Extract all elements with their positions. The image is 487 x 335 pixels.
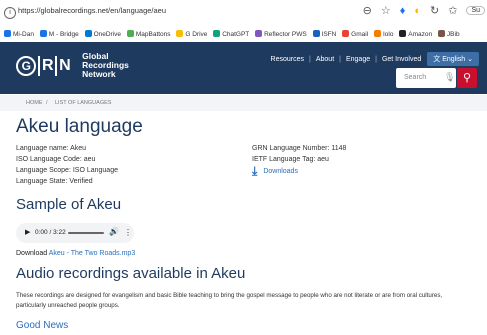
- site-info-icon[interactable]: i: [4, 7, 16, 19]
- language-details-left: Language name: Akeu ISO Language Code: a…: [16, 145, 118, 185]
- audio-recordings-heading: Audio recordings available in Akeu: [16, 265, 246, 282]
- volume-icon[interactable]: 🔊: [109, 227, 119, 236]
- address-url[interactable]: https://globalrecordings.net/en/language…: [18, 6, 166, 15]
- bookmark-icon: [399, 30, 407, 37]
- bookmark-icon: [342, 30, 350, 37]
- nav-about[interactable]: About: [316, 56, 334, 63]
- bookmark-item[interactable]: Mi-Dan: [4, 30, 34, 38]
- search-button[interactable]: ⚲: [457, 68, 477, 88]
- bookmark-item[interactable]: Amazon: [399, 30, 432, 38]
- grn-logo-text: Global Recordings Network: [82, 51, 129, 79]
- main-nav: Resources | About | Engage | Get Involve…: [271, 52, 479, 66]
- zoom-icon[interactable]: ⊖: [363, 4, 372, 17]
- recordings-description: These recordings are designed for evange…: [16, 292, 443, 309]
- bookmark-item[interactable]: Gmail: [342, 30, 368, 38]
- bookmarks-bar: Mi-Dan M - Bridge OneDrive MapBattons G …: [0, 26, 487, 43]
- bookmark-icon: [126, 30, 134, 37]
- bookmark-icon: [84, 30, 92, 37]
- browser-toolbar: ⊖ ☆ ♦ ◐ ↻ ✩ Su: [363, 4, 485, 17]
- bookmark-icon: [176, 30, 184, 37]
- breadcrumb: HOME / LIST OF LANGUAGES: [0, 95, 487, 111]
- translate-icon: 文: [433, 56, 441, 63]
- profile-sync-button[interactable]: Su: [466, 6, 485, 15]
- bookmark-item[interactable]: Iolo: [373, 30, 393, 38]
- sample-heading: Sample of Akeu: [16, 196, 122, 213]
- bookmark-item[interactable]: G Drive: [176, 30, 207, 38]
- language-details-right: GRN Language Number: 1148 IETF Language …: [252, 145, 347, 163]
- bookmark-item[interactable]: MapBattons: [126, 30, 171, 38]
- search-input[interactable]: Search 🎙: [396, 68, 456, 88]
- breadcrumb-languages[interactable]: LIST OF LANGUAGES: [55, 100, 111, 106]
- bookmark-icon: [255, 30, 263, 37]
- bookmark-item[interactable]: JBib: [437, 30, 460, 38]
- refresh-icon[interactable]: ↻: [430, 4, 439, 17]
- address-bar[interactable]: i https://globalrecordings.net/en/langua…: [0, 0, 487, 27]
- play-icon[interactable]: ▶: [25, 228, 30, 236]
- sample-download-line: Download Akeu - The Two Roads.mp3: [16, 250, 136, 257]
- extension-icon[interactable]: ♦: [400, 5, 406, 17]
- nav-engage[interactable]: Engage: [346, 56, 370, 63]
- chevron-down-icon: ⌄: [467, 56, 473, 63]
- bookmark-item[interactable]: ChatGPT: [213, 30, 249, 38]
- bookmark-icon: [373, 30, 381, 37]
- language-selector-button[interactable]: 文 English ⌄: [427, 52, 479, 66]
- grn-logo-mark: G R N: [16, 55, 71, 76]
- bookmark-item[interactable]: OneDrive: [84, 30, 121, 38]
- bookmark-item[interactable]: ISFN: [312, 30, 336, 38]
- download-icon: ⤓: [252, 164, 258, 178]
- bookmark-icon: [4, 30, 11, 37]
- page-title: Akeu language: [16, 116, 143, 137]
- bookmark-item[interactable]: Reflector PWS: [255, 30, 307, 38]
- search-icon: ⚲: [462, 72, 472, 84]
- extension-2-icon[interactable]: ◐: [414, 5, 421, 17]
- microphone-icon[interactable]: 🎙: [444, 72, 455, 83]
- bookmark-icon: [437, 30, 445, 37]
- good-news-link[interactable]: Good News: [16, 320, 68, 331]
- downloads-link[interactable]: ⤓ Downloads: [252, 164, 298, 179]
- sample-download-link[interactable]: Akeu - The Two Roads.mp3: [49, 250, 136, 257]
- bookmark-icon: [312, 30, 320, 37]
- bookmark-icon: [39, 30, 47, 37]
- player-progress-track[interactable]: [68, 232, 104, 234]
- more-options-icon[interactable]: ⋮: [124, 228, 132, 237]
- bookmark-item[interactable]: M - Bridge: [39, 30, 79, 38]
- nav-resources[interactable]: Resources: [271, 56, 304, 63]
- player-time: 0:00 / 3:22: [35, 229, 66, 236]
- bookmark-icon: [213, 30, 221, 37]
- grn-logo[interactable]: G R N Global Recordings Network: [16, 52, 129, 79]
- audio-player[interactable]: ▶ 0:00 / 3:22 🔊 ⋮: [16, 223, 134, 243]
- favorite-star-icon[interactable]: ☆: [381, 4, 391, 17]
- favorites-icon[interactable]: ✩: [448, 4, 457, 17]
- breadcrumb-home[interactable]: HOME: [26, 100, 43, 106]
- nav-get-involved[interactable]: Get Involved: [382, 56, 421, 63]
